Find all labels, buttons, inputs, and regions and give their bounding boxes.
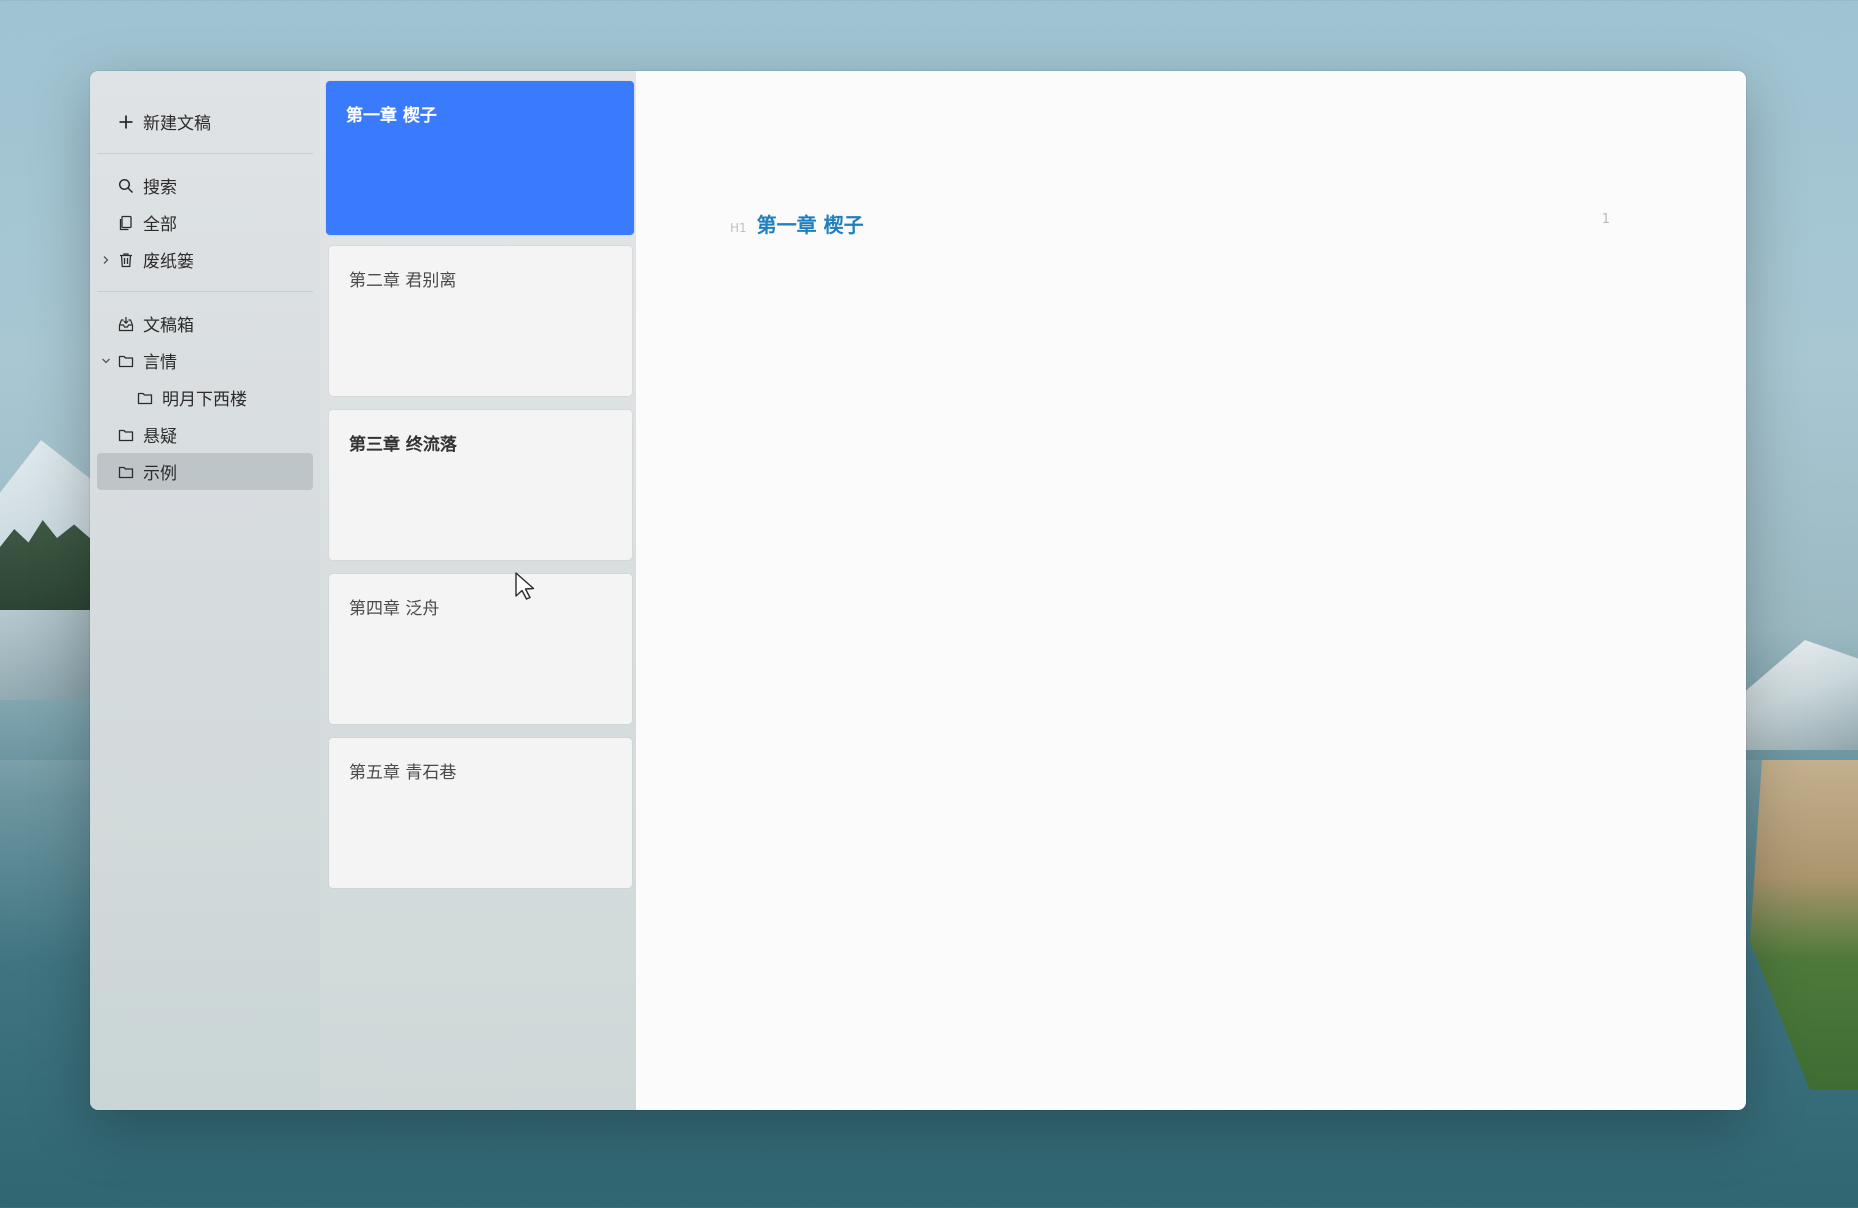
sidebar-item-label: 废纸篓 [143,252,194,272]
sidebar-item-label: 示例 [143,464,177,484]
sidebar-item-label: 文稿箱 [143,316,194,336]
document-card[interactable]: 第三章 终流落 [329,410,632,560]
document-heading[interactable]: 第一章 楔子 [757,209,864,238]
sidebar-item-label: 明月下西楼 [162,390,247,410]
folder-icon [118,427,134,443]
sidebar-divider [97,291,313,292]
document-card-title: 第三章 终流落 [349,435,457,455]
folder-icon [118,353,134,369]
trash-icon [118,252,134,268]
document-card[interactable]: 第五章 青石巷 [329,738,632,888]
sidebar-item-search[interactable]: 搜索 [97,167,313,204]
sidebar-item-label: 悬疑 [143,427,177,447]
plus-icon [118,114,134,130]
background-mountain-right [1728,640,1858,750]
sidebar-item-label: 搜索 [143,178,177,198]
sidebar-item-all[interactable]: 全部 [97,204,313,241]
inbox-icon [118,316,134,332]
document-card-title: 第一章 楔子 [346,106,437,126]
documents-icon [118,215,134,231]
chevron-right-icon[interactable] [100,254,112,266]
sidebar-item-trash[interactable]: 废纸篓 [97,241,313,278]
sidebar-folder-yanqing[interactable]: 言情 [97,342,313,379]
document-card[interactable]: 第四章 泛舟 [329,574,632,724]
search-icon [118,178,134,194]
sidebar-folder-shili[interactable]: 示例 [97,453,313,490]
document-card[interactable]: 第一章 楔子 [326,81,634,235]
document-card-title: 第二章 君别离 [349,271,457,291]
app-window: 新建文稿 搜索 全部 废纸篓 文稿箱 言情 明月下西楼 悬疑 示例 第一章 楔子… [90,71,1746,1110]
editor-pane[interactable]: H1 第一章 楔子 1 [636,71,1746,1110]
folder-icon [137,390,153,406]
chevron-down-icon[interactable] [100,355,112,367]
folder-icon [118,464,134,480]
document-card-title: 第五章 青石巷 [349,763,457,783]
document-card-title: 第四章 泛舟 [349,599,440,619]
new-document-label: 新建文稿 [143,114,211,134]
sidebar-folder-mingyue[interactable]: 明月下西楼 [97,379,313,416]
sidebar-item-inbox[interactable]: 文稿箱 [97,305,313,342]
background-trees-left [0,520,95,610]
sidebar-item-label: 全部 [143,215,177,235]
line-number: 1 [1601,212,1610,227]
document-card[interactable]: 第二章 君别离 [329,246,632,396]
heading-level-tag: H1 [730,221,747,235]
editor-heading-line[interactable]: H1 第一章 楔子 [730,209,864,238]
sidebar: 新建文稿 搜索 全部 废纸篓 文稿箱 言情 明月下西楼 悬疑 示例 [90,71,320,1110]
sidebar-folder-xuanyi[interactable]: 悬疑 [97,416,313,453]
sidebar-divider [97,153,313,154]
new-document-button[interactable]: 新建文稿 [97,103,313,140]
sidebar-item-label: 言情 [143,353,177,373]
document-list: 第一章 楔子 第二章 君别离 第三章 终流落 第四章 泛舟 第五章 青石巷 [320,71,636,1110]
